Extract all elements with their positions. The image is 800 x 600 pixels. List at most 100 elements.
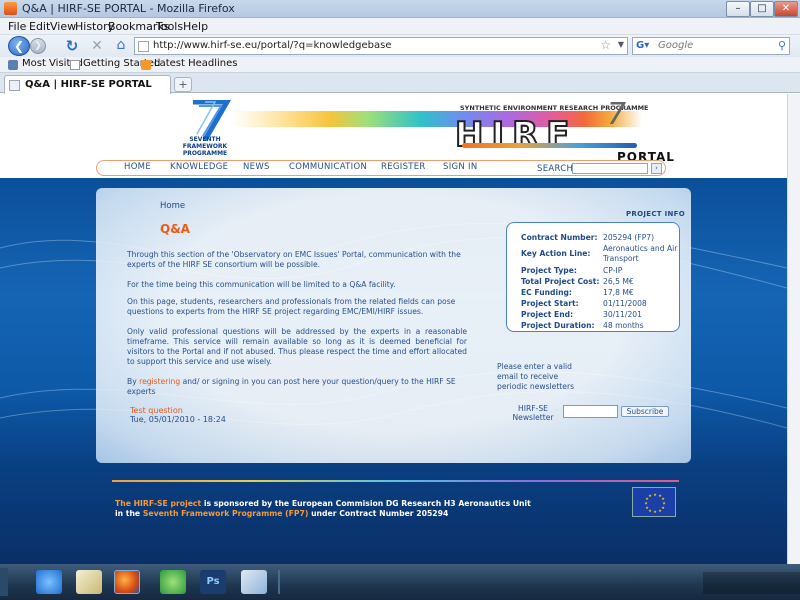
- search-icon[interactable]: ⚲: [778, 39, 786, 52]
- svg-text:★: ★: [653, 492, 657, 497]
- svg-text:★: ★: [645, 505, 649, 510]
- limit-paragraph: For the time being this communication wi…: [127, 280, 396, 289]
- project-start-label: Project Start:: [521, 299, 579, 308]
- search-placeholder[interactable]: Google: [658, 40, 693, 51]
- test-question-date: Tue, 05/01/2010 - 18:24: [130, 415, 226, 424]
- policy-paragraph: Only valid professional questions will b…: [127, 327, 467, 366]
- project-end-value: 30/11/201: [603, 310, 642, 319]
- nav-communication[interactable]: COMMUNICATION: [289, 162, 367, 172]
- paint-icon[interactable]: [241, 570, 267, 594]
- newsletter-prompt: Please enter a valid email to receive pe…: [497, 362, 575, 391]
- nav-knowledge[interactable]: KNOWLEDGE: [170, 162, 228, 172]
- menu-edit[interactable]: Edit: [29, 20, 50, 33]
- svg-text:★: ★: [653, 509, 657, 514]
- test-question-link[interactable]: Test question: [130, 406, 183, 415]
- forward-button[interactable]: ❯: [30, 38, 46, 54]
- reload-button[interactable]: ↻: [63, 37, 81, 55]
- footer-line-1: The HIRF-SE project is sponsored by the …: [115, 499, 531, 508]
- photoshop-icon[interactable]: Ps: [200, 570, 226, 594]
- nav-news[interactable]: NEWS: [243, 162, 270, 172]
- register-text-pre: By: [127, 377, 140, 386]
- menu-bar: File Edit View History Bookmarks Tools H…: [0, 18, 800, 35]
- system-tray[interactable]: [703, 572, 800, 594]
- taskbar-separator: [278, 570, 280, 594]
- site-search-button[interactable]: ›: [651, 163, 662, 174]
- firefox-taskbar-icon[interactable]: [114, 570, 140, 594]
- menu-help[interactable]: Help: [183, 20, 208, 33]
- breadcrumb[interactable]: Home: [160, 201, 185, 211]
- site-search-label: SEARCH: [537, 164, 574, 174]
- back-arrow-icon: ❮: [13, 39, 25, 53]
- page-scrollbar[interactable]: [787, 94, 800, 564]
- home-icon: ⌂: [116, 37, 126, 53]
- page-favicon-icon: [138, 41, 149, 52]
- bookmark-star-icon[interactable]: ☆: [600, 38, 611, 52]
- address-url[interactable]: http://www.hirf-se.eu/portal/?q=knowledg…: [153, 40, 392, 51]
- tab-qa-hirf[interactable]: Q&A | HIRF-SE PORTAL: [4, 75, 171, 94]
- subscribe-button[interactable]: Subscribe: [621, 406, 669, 417]
- nav-home[interactable]: HOME: [124, 162, 151, 172]
- new-tab-button[interactable]: +: [174, 77, 192, 92]
- address-bar[interactable]: http://www.hirf-se.eu/portal/?q=knowledg…: [134, 37, 628, 55]
- tab-label: Q&A | HIRF-SE PORTAL: [25, 79, 152, 90]
- ec-funding-value: 17,8 M€: [603, 288, 634, 297]
- project-type-label: Project Type:: [521, 266, 577, 275]
- project-end-label: Project End:: [521, 310, 574, 319]
- page-title: Q&A: [160, 222, 190, 236]
- home-button[interactable]: ⌂: [112, 36, 130, 54]
- svg-text:★: ★: [661, 505, 665, 510]
- nav-sign-in[interactable]: SIGN IN: [443, 162, 478, 172]
- url-dropdown-icon[interactable]: ▼: [618, 40, 624, 49]
- tab-favicon-icon: [9, 80, 20, 91]
- menu-tools[interactable]: Tools: [156, 20, 183, 33]
- menu-view[interactable]: View: [50, 20, 76, 33]
- menu-file[interactable]: File: [8, 20, 26, 33]
- registering-link[interactable]: registering: [139, 377, 180, 386]
- rss-icon: [141, 60, 151, 70]
- svg-text:★: ★: [658, 508, 662, 513]
- key-action-value: Aeronautics and Air: [603, 244, 678, 253]
- footer-contract-text: under Contract Number 205294: [308, 509, 449, 518]
- svg-text:★: ★: [644, 501, 648, 506]
- project-start-value: 01/11/2008: [603, 299, 647, 308]
- total-cost-label: Total Project Cost:: [521, 277, 600, 286]
- contract-number-value: 205294 (FP7): [603, 233, 655, 242]
- search-bar[interactable]: G▾ Google ⚲: [632, 37, 790, 55]
- minimize-button[interactable]: –: [726, 1, 750, 17]
- key-action-value-2: Transport: [603, 254, 639, 263]
- page-icon: [70, 60, 80, 70]
- contract-number-label: Contract Number:: [521, 233, 598, 242]
- audience-paragraph: On this page, students, researchers and …: [127, 297, 456, 316]
- footer-fp7-name: Seventh Framework Programme (FP7): [142, 509, 309, 518]
- internet-explorer-icon[interactable]: [36, 570, 62, 594]
- fp7-label-line2: PROGRAMME: [182, 150, 228, 157]
- footer-in-text: in the: [115, 509, 143, 518]
- messenger-icon[interactable]: [160, 570, 186, 594]
- site-search-input[interactable]: [572, 163, 648, 174]
- project-duration-label: Project Duration:: [521, 321, 595, 330]
- forward-arrow-icon: ❯: [34, 41, 42, 51]
- most-visited-icon: [8, 60, 18, 70]
- close-window-button[interactable]: ✕: [774, 1, 798, 17]
- reload-icon: ↻: [65, 37, 79, 55]
- ec-funding-label: EC Funding:: [521, 288, 572, 297]
- stop-icon: ✕: [91, 38, 103, 54]
- nav-register[interactable]: REGISTER: [381, 162, 426, 172]
- google-icon[interactable]: G▾: [636, 40, 649, 52]
- start-button[interactable]: [0, 568, 8, 596]
- key-action-label: Key Action Line:: [521, 249, 591, 258]
- newsletter-label: HIRF-SE Newsletter: [512, 404, 554, 422]
- bookmark-latest-headlines[interactable]: Latest Headlines: [154, 58, 238, 69]
- svg-text:★: ★: [648, 493, 652, 498]
- fp7-label: SEVENTH FRAMEWORK PROGRAMME: [175, 136, 235, 157]
- maximize-button[interactable]: □: [750, 1, 774, 17]
- svg-text:★: ★: [648, 508, 652, 513]
- footer-sponsor-text: is sponsored by the European Commision D…: [201, 499, 531, 508]
- footer-project-name: The HIRF-SE project: [115, 499, 202, 508]
- notepad-icon[interactable]: [76, 570, 102, 594]
- back-button[interactable]: ❮: [8, 36, 30, 56]
- fp7-label-line1: SEVENTH FRAMEWORK: [182, 136, 228, 150]
- newsletter-email-input[interactable]: [563, 405, 618, 418]
- eu-flag-icon: ★ ★ ★ ★ ★ ★ ★ ★ ★ ★ ★ ★: [632, 487, 676, 517]
- stop-button[interactable]: ✕: [88, 37, 106, 55]
